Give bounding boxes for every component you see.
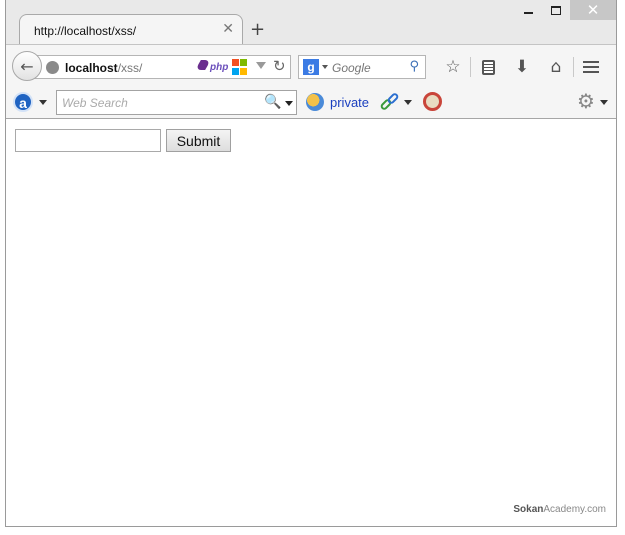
navigation-toolbar: localhost/xss/ php ↻ ← g Google ⚲ ☆ ⬇ ⌂ xyxy=(6,44,616,86)
tab-localhost-xss[interactable]: http://localhost/xss/ ✕ xyxy=(19,14,243,45)
watermark-bold: Sokan xyxy=(513,504,544,515)
minimize-button[interactable] xyxy=(514,0,542,20)
reader-glyph xyxy=(481,59,495,75)
timer-icon[interactable] xyxy=(423,92,442,111)
logo-quadrant-red xyxy=(232,59,239,66)
windows-logo-icon[interactable] xyxy=(232,59,248,75)
submit-button[interactable]: Submit xyxy=(166,129,231,152)
feather-icon xyxy=(195,60,211,70)
search-icon[interactable]: ⚲ xyxy=(409,59,419,74)
new-tab-button[interactable]: + xyxy=(250,21,265,39)
bookmark-star-icon[interactable]: ☆ xyxy=(436,56,470,78)
url-path: /xss/ xyxy=(117,61,143,75)
title-bar: ✕ http://localhost/xss/ ✕ + xyxy=(6,0,616,45)
back-arrow-icon: ← xyxy=(20,56,34,76)
logo-quadrant-blue xyxy=(232,67,239,75)
ask-dropdown-icon[interactable] xyxy=(39,100,47,105)
home-icon[interactable]: ⌂ xyxy=(539,56,573,78)
tab-close-icon[interactable]: ✕ xyxy=(222,21,234,37)
php-label: php xyxy=(210,62,229,73)
logo-quadrant-yellow xyxy=(240,67,247,75)
chain-link-blue xyxy=(386,91,400,106)
maximize-button[interactable] xyxy=(542,0,570,20)
minimize-icon xyxy=(523,12,533,14)
hamburger-menu-icon[interactable] xyxy=(574,56,608,78)
earth-icon[interactable] xyxy=(306,93,324,111)
browser-window: ✕ http://localhost/xss/ ✕ + localhost/xs… xyxy=(5,0,617,527)
close-icon: ✕ xyxy=(586,1,600,19)
search-placeholder: Google xyxy=(332,61,371,75)
reload-icon[interactable]: ↻ xyxy=(273,57,286,75)
back-button[interactable]: ← xyxy=(12,51,42,81)
reader-view-icon[interactable] xyxy=(471,56,505,78)
window-controls: ✕ xyxy=(514,0,616,22)
addon-toolbar: a Web Search 🔍 private ⚙ xyxy=(6,86,616,119)
watermark-rest: Academy.com xyxy=(543,504,606,515)
settings-dropdown-icon[interactable] xyxy=(600,100,608,105)
close-window-button[interactable]: ✕ xyxy=(570,0,616,20)
maximize-icon xyxy=(551,5,561,15)
web-search-dropdown-icon[interactable] xyxy=(285,101,293,106)
toolbar-icons: ☆ ⬇ ⌂ xyxy=(436,56,608,78)
download-icon[interactable]: ⬇ xyxy=(505,56,539,78)
url-text: localhost/xss/ xyxy=(65,61,142,75)
magnifier-icon[interactable]: 🔍 xyxy=(264,94,281,110)
link-chain-icon[interactable] xyxy=(379,91,401,112)
private-link[interactable]: private xyxy=(330,95,369,110)
globe-icon xyxy=(46,61,59,74)
search-engine-dropdown-icon[interactable] xyxy=(322,65,328,69)
text-input[interactable] xyxy=(15,129,161,152)
ask-logo-icon[interactable]: a xyxy=(13,92,33,112)
gear-icon[interactable]: ⚙ xyxy=(577,89,595,113)
url-history-dropdown-icon[interactable] xyxy=(256,62,266,69)
php-addon-icon[interactable]: php xyxy=(195,60,234,74)
tab-title: http://localhost/xss/ xyxy=(34,24,137,38)
google-icon[interactable]: g xyxy=(303,59,319,75)
watermark: SokanAcademy.com xyxy=(513,504,606,515)
web-search-placeholder: Web Search xyxy=(62,96,128,110)
link-dropdown-icon[interactable] xyxy=(404,100,412,105)
menu-glyph xyxy=(583,66,599,68)
url-host: localhost xyxy=(65,61,118,75)
search-bar[interactable]: g Google ⚲ xyxy=(298,55,426,79)
logo-quadrant-green xyxy=(240,59,247,66)
web-search-input[interactable]: Web Search 🔍 xyxy=(56,90,297,115)
page-content: Submit SokanAcademy.com xyxy=(6,120,616,526)
url-bar[interactable]: localhost/xss/ php ↻ xyxy=(34,55,291,79)
